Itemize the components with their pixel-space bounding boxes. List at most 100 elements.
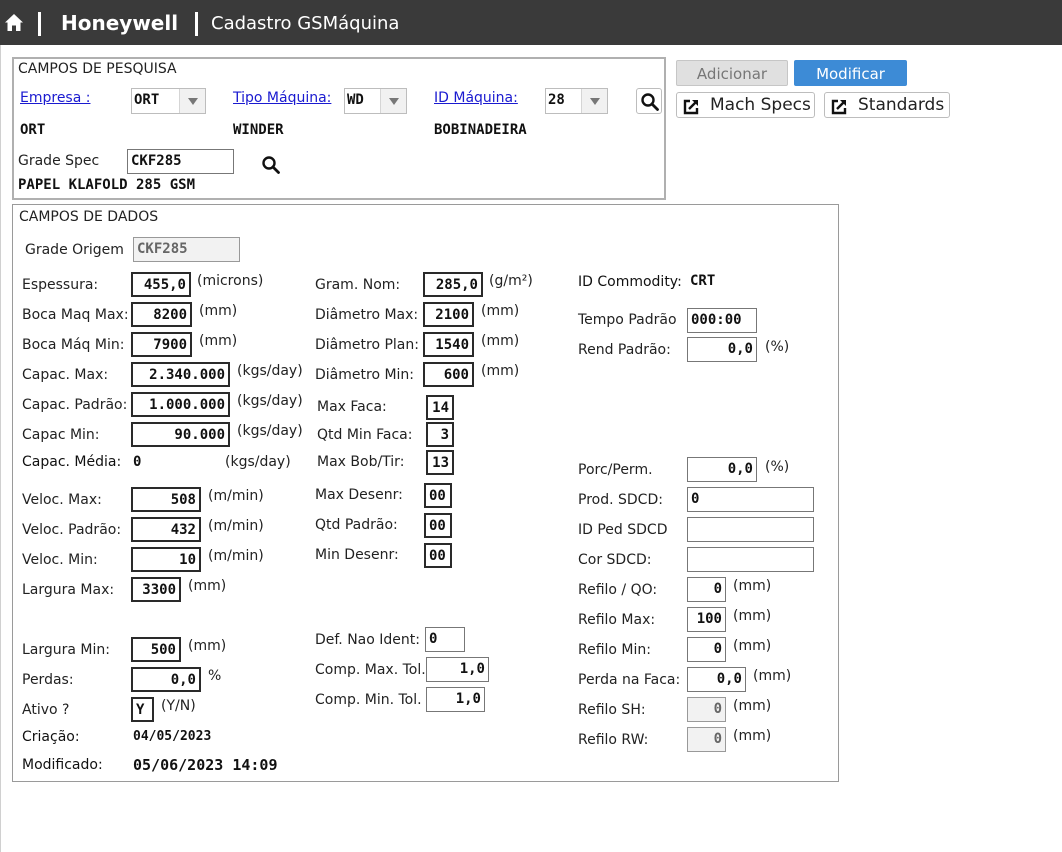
perda-na-faca-unit: (mm) (753, 668, 792, 684)
add-button[interactable]: Adicionar (676, 60, 788, 86)
veloc-padrao-input[interactable]: 432 (131, 517, 201, 542)
mach-specs-label: Mach Specs (710, 95, 811, 115)
refilo-sh-input[interactable]: 0 (687, 697, 726, 722)
comp-max-tol-label: Comp. Max. Tol. (315, 662, 426, 678)
grade-origem-label: Grade Origem (25, 242, 124, 258)
capac-padrao-input[interactable]: 1.000.000 (131, 392, 230, 417)
min-desenr-label: Min Desenr: (315, 547, 399, 563)
largura-min-unit: (mm) (188, 638, 227, 654)
boca-maq-max-label: Boca Maq Max: (22, 307, 129, 323)
id-ped-sdcd-input[interactable] (687, 517, 814, 542)
porc-perm-label: Porc/Perm. (578, 462, 653, 478)
boca-maq-min-input[interactable]: 7900 (131, 332, 192, 357)
grade-origem-input[interactable]: CKF285 (133, 237, 240, 262)
refilo-qo-input[interactable]: 0 (687, 577, 726, 602)
veloc-min-label: Veloc. Min: (22, 552, 98, 568)
boca-maq-max-input[interactable]: 8200 (131, 302, 192, 327)
refilo-qo-label: Refilo / QO: (578, 582, 658, 598)
empresa-select[interactable]: ORT (131, 88, 206, 114)
external-link-icon (831, 99, 847, 115)
capac-max-unit: (kgs/day) (237, 363, 303, 379)
id-maquina-link[interactable]: ID Máquina: (434, 90, 518, 106)
veloc-max-label: Veloc. Max: (22, 492, 102, 508)
min-desenr-input[interactable]: 00 (424, 543, 452, 568)
empresa-link[interactable]: Empresa : (20, 90, 90, 106)
max-bob-tir-input[interactable]: 13 (426, 450, 454, 475)
boca-maq-max-unit: (mm) (199, 303, 238, 319)
perda-na-faca-input[interactable]: 0,0 (687, 667, 746, 692)
espessura-input[interactable]: 455,0 (131, 272, 191, 297)
refilo-rw-unit: (mm) (733, 728, 772, 744)
comp-min-tol-input[interactable]: 1,0 (426, 687, 485, 712)
perdas-input[interactable]: 0,0 (131, 667, 201, 692)
empresa-select-value: ORT (134, 92, 160, 108)
max-bob-tir-label: Max Bob/Tir: (317, 454, 405, 470)
refilo-min-unit: (mm) (733, 638, 772, 654)
largura-min-label: Largura Min: (22, 642, 110, 658)
gram-nom-label: Gram. Nom: (315, 277, 401, 293)
diametro-min-label: Diâmetro Min: (315, 367, 415, 383)
capac-min-unit: (kgs/day) (237, 423, 303, 439)
diametro-plan-unit: (mm) (481, 333, 520, 349)
capac-media-unit: (kgs/day) (225, 454, 291, 470)
diametro-min-input[interactable]: 600 (423, 362, 474, 387)
refilo-sh-label: Refilo SH: (578, 702, 646, 718)
search-grade-button[interactable] (258, 152, 284, 178)
refilo-rw-input[interactable]: 0 (687, 727, 726, 752)
refilo-max-input[interactable]: 100 (687, 607, 726, 632)
ativo-input[interactable]: Y (131, 697, 154, 722)
diametro-plan-input[interactable]: 1540 (423, 332, 474, 357)
comp-min-tol-label: Comp. Min. Tol. (315, 692, 422, 708)
refilo-min-label: Refilo Min: (578, 642, 651, 658)
rend-padrao-input[interactable]: 0,0 (687, 337, 757, 362)
search-machine-button[interactable] (636, 88, 662, 114)
veloc-max-unit: (m/min) (208, 488, 264, 504)
refilo-qo-unit: (mm) (733, 578, 772, 594)
veloc-max-input[interactable]: 508 (131, 487, 201, 512)
qtd-padrao-input[interactable]: 00 (424, 513, 452, 538)
modify-button[interactable]: Modificar (794, 60, 907, 86)
gram-nom-input[interactable]: 285,0 (423, 272, 483, 297)
def-nao-ident-input[interactable]: 0 (425, 627, 465, 652)
diametro-max-input[interactable]: 2100 (423, 302, 474, 327)
porc-perm-input[interactable]: 0,0 (687, 457, 757, 482)
tipo-maquina-link[interactable]: Tipo Máquina: (233, 90, 331, 106)
cor-sdcd-label: Cor SDCD: (578, 552, 652, 568)
capac-padrao-label: Capac. Padrão: (22, 397, 128, 413)
largura-min-input[interactable]: 500 (131, 637, 181, 662)
external-link-icon (683, 99, 699, 115)
separator (38, 12, 41, 36)
home-icon[interactable] (4, 13, 24, 32)
veloc-padrao-label: Veloc. Padrão: (22, 522, 122, 538)
boca-maq-min-label: Boca Máq Min: (22, 337, 125, 353)
largura-max-input[interactable]: 3300 (131, 577, 181, 602)
capac-min-label: Capac Min: (22, 427, 100, 443)
empresa-desc: ORT (20, 122, 46, 138)
mach-specs-button[interactable]: Mach Specs (676, 92, 815, 118)
brand-name[interactable]: Honeywell (61, 11, 178, 35)
diametro-min-unit: (mm) (481, 363, 520, 379)
max-faca-input[interactable]: 14 (426, 395, 454, 420)
qtd-min-faca-input[interactable]: 3 (426, 422, 454, 447)
tempo-padrao-input[interactable]: 000:00 (687, 308, 757, 333)
id-maquina-select[interactable]: 28 (545, 88, 608, 114)
comp-max-tol-input[interactable]: 1,0 (426, 657, 489, 682)
capac-max-input[interactable]: 2.340.000 (131, 362, 230, 387)
criacao-value: 04/05/2023 (133, 729, 212, 744)
veloc-padrao-unit: (m/min) (208, 518, 264, 534)
chevron-down-icon (380, 89, 406, 113)
cor-sdcd-input[interactable] (687, 547, 814, 572)
rend-padrao-label: Rend Padrão: (578, 342, 671, 358)
modificado-value: 05/06/2023 14:09 (133, 756, 278, 774)
standards-button[interactable]: Standards (824, 92, 950, 118)
max-desenr-input[interactable]: 00 (424, 483, 452, 508)
capac-min-input[interactable]: 90.000 (131, 422, 230, 447)
veloc-min-input[interactable]: 10 (131, 547, 201, 572)
refilo-min-input[interactable]: 0 (687, 637, 726, 662)
tipo-maquina-select[interactable]: WD (344, 88, 407, 114)
prod-sdcd-input[interactable]: 0 (687, 487, 814, 512)
grade-spec-input[interactable]: CKF285 (127, 149, 234, 174)
search-icon (262, 156, 280, 174)
capac-media-value: 0 (133, 454, 142, 470)
capac-media-label: Capac. Média: (22, 454, 122, 470)
